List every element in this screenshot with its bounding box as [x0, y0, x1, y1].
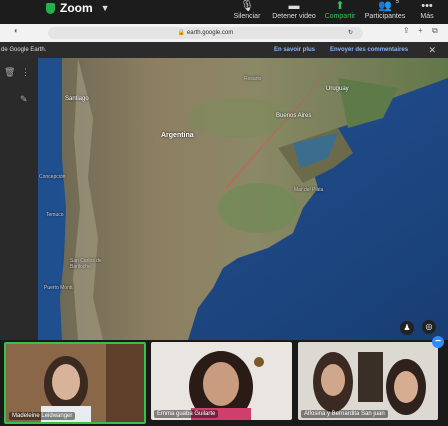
add-icon[interactable]: − [432, 336, 444, 348]
participant-video [151, 342, 292, 420]
label-uruguay: Uruguay [326, 86, 349, 92]
video-tile-emma[interactable]: Emma guaba Guilarte [151, 342, 292, 420]
video-tile-alfosina[interactable]: Alfosina y Bernardita San juan [298, 342, 438, 420]
tabs-icon[interactable]: ⧉ [432, 26, 438, 36]
reload-icon[interactable]: ↻ [348, 27, 353, 39]
label-santiago: Santiago [65, 96, 89, 102]
trash-icon[interactable]: 🗑 [4, 67, 15, 78]
label-rosario: Rosario [244, 76, 262, 82]
more-label: Más [420, 13, 434, 20]
chevron-down-icon: ▼ [100, 3, 110, 13]
my-location-icon[interactable]: ◎ [422, 320, 436, 334]
map-canvas [38, 58, 448, 340]
participants-button[interactable]: 👥 5 Participantes [363, 0, 407, 24]
share-label: Compartir [324, 13, 356, 20]
learn-more-link[interactable]: En savoir plus [274, 42, 315, 58]
microphone-icon: 🎙 [240, 0, 254, 12]
participants-icon: 👥 [378, 0, 392, 12]
label-puerto-montt: Puerto Montt [44, 285, 73, 291]
browser-toolbar: ◐ 🔒 earth.google.com ↻ ⇪ + ⧉ [0, 24, 448, 42]
close-icon[interactable]: ✕ [428, 42, 436, 58]
share-button[interactable]: ⬆ Compartir [324, 0, 356, 24]
label-concepcion: Concepción [39, 174, 66, 180]
earth-map[interactable]: Santiago Argentina Rosario Uruguay Bueno… [38, 58, 448, 340]
shield-icon[interactable]: ◐ [14, 26, 19, 35]
address-bar[interactable]: 🔒 earth.google.com ↻ [48, 27, 363, 39]
video-tile-madeleine[interactable]: Madeleine Leidwanger [4, 342, 146, 424]
edit-icon[interactable]: ✎ [20, 94, 28, 105]
label-mar-del-plata: Mar del Plata [294, 187, 324, 193]
banner-text: de Google Earth. [1, 47, 47, 53]
info-banner: de Google Earth. En savoir plus Envoyer … [0, 42, 448, 58]
more-button[interactable]: ••• Más [416, 0, 438, 24]
mute-button[interactable]: 🎙 Silenciar [232, 0, 262, 24]
new-tab-icon[interactable]: + [418, 26, 423, 35]
zoom-title: Zoom [60, 1, 93, 15]
shield-icon [46, 2, 55, 14]
camera-icon: ▬ [288, 0, 300, 12]
side-panel: 🗑 ⋮ ✎ [0, 58, 38, 340]
share-icon: ⬆ [335, 0, 345, 12]
zoom-toolbar: Zoom ▼ 🎙 Silenciar ▬ Detener video ⬆ Com… [0, 0, 448, 24]
stop-video-button[interactable]: ▬ Detener video [272, 0, 316, 24]
more-icon: ••• [421, 0, 433, 12]
pegman-icon[interactable]: ♟ [400, 321, 414, 335]
stop-video-label: Detener video [272, 13, 316, 20]
participants-count: 5 [395, 0, 399, 5]
feedback-link[interactable]: Envoyer des commentaires [330, 42, 408, 58]
lock-icon: 🔒 [177, 30, 186, 36]
participants-label: Participantes [364, 13, 406, 20]
label-bariloche: San Carlos de Bariloche [70, 258, 102, 270]
participant-video [6, 344, 144, 422]
video-strip: Madeleine Leidwanger Emma guaba Guilarte… [0, 336, 448, 426]
share-page-icon[interactable]: ⇪ [403, 26, 410, 35]
participant-name: Madeleine Leidwanger [9, 412, 76, 420]
participant-name: Emma guaba Guilarte [154, 410, 219, 418]
label-buenos-aires: Buenos Aires [276, 113, 312, 119]
participant-name: Alfosina y Bernardita San juan [301, 410, 388, 418]
label-temuco: Temuco [46, 212, 64, 218]
participant-video [298, 342, 438, 420]
zoom-menu[interactable]: Zoom ▼ [46, 1, 110, 15]
mute-label: Silenciar [233, 13, 261, 20]
label-argentina: Argentina [161, 132, 194, 139]
url-text: earth.google.com [186, 30, 234, 36]
more-vert-icon[interactable]: ⋮ [21, 67, 30, 78]
